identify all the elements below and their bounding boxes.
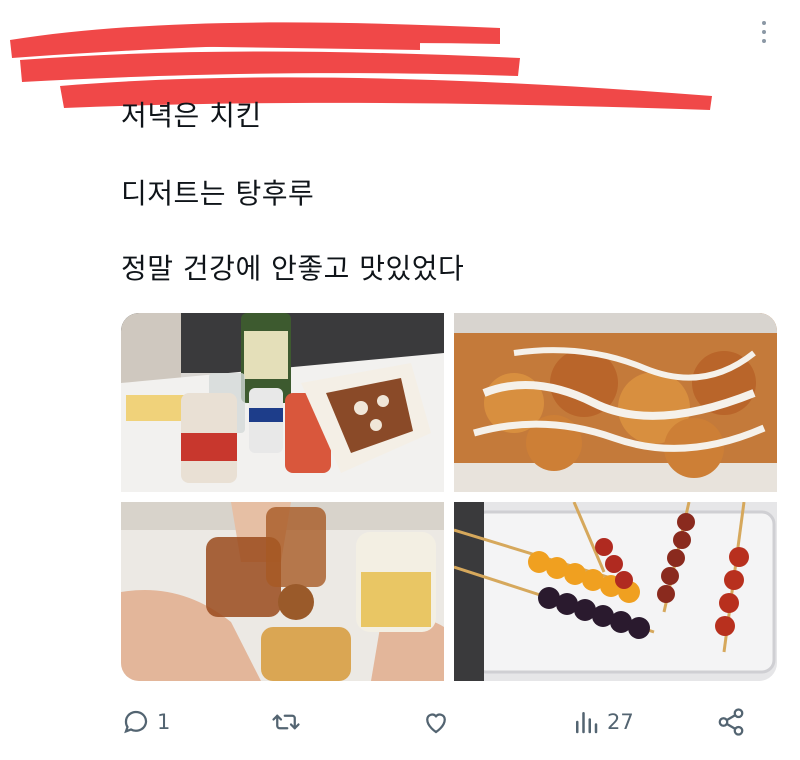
photo-chicken-closeup[interactable] xyxy=(454,313,777,492)
post-text: 저녁은 치킨 디저트는 탕후루 정말 건강에 안좋고 맛있었다 xyxy=(121,96,771,289)
post-line-1: 저녁은 치킨 xyxy=(121,99,262,132)
photo-tanghulu[interactable] xyxy=(454,502,777,681)
views-count: 27 xyxy=(607,710,634,734)
photo-drinks-chicken[interactable] xyxy=(121,313,444,492)
views-icon xyxy=(576,712,598,734)
action-bar: 1 27 xyxy=(121,700,761,744)
reply-button[interactable]: 1 xyxy=(121,700,170,744)
like-button[interactable] xyxy=(421,700,451,744)
media-grid xyxy=(121,313,777,681)
retweet-icon xyxy=(272,714,300,730)
share-icon xyxy=(718,708,744,736)
reply-icon xyxy=(124,710,148,734)
like-icon xyxy=(426,713,446,734)
photo-cheers[interactable] xyxy=(121,502,444,681)
share-button[interactable] xyxy=(716,700,746,744)
retweet-button[interactable] xyxy=(271,700,301,744)
more-icon[interactable] xyxy=(752,12,776,52)
reply-count: 1 xyxy=(157,710,171,734)
post-line-2: 디저트는 탕후루 xyxy=(121,177,315,210)
views-button[interactable]: 27 xyxy=(571,700,634,744)
post-line-3: 정말 건강에 안좋고 맛있었다 xyxy=(121,252,465,285)
